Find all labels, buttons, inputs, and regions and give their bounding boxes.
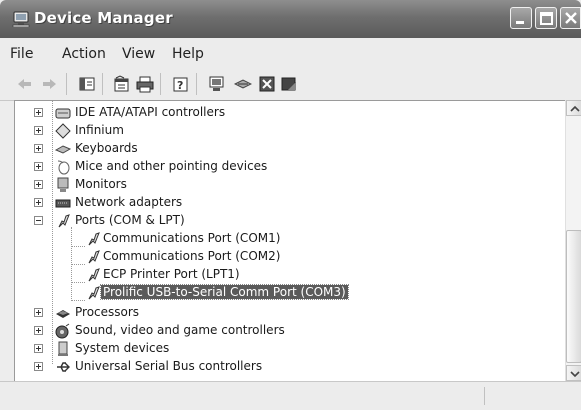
forward-arrow-icon[interactable] [40,75,58,93]
system-device-icon [58,341,68,356]
expand-toggle[interactable] [34,126,43,135]
tree-item-label: Infinium [75,123,124,137]
vertical-scrollbar[interactable] [565,100,581,381]
uninstall-icon[interactable] [258,75,276,93]
scan-hardware-icon[interactable] [208,75,226,93]
tree-item-com1[interactable]: Communications Port (COM1) [15,230,563,248]
tree-item-label: Communications Port (COM1) [103,231,281,245]
tree-item-label: System devices [75,341,170,355]
expand-toggle[interactable] [34,326,43,335]
close-button[interactable] [560,7,581,29]
tree-item-label: IDE ATA/ATAPI controllers [75,105,226,119]
keyboard-icon [55,145,71,154]
port-connector-icon [88,268,100,282]
tree-item-label: Universal Serial Bus controllers [75,359,263,373]
window-title: Device Manager [34,9,173,27]
chevron-up-icon [570,105,580,112]
menu-bar: File Action View Help [0,38,581,68]
tree-item-label: Communications Port (COM2) [103,249,281,263]
tree-item-label: Keyboards [75,141,138,155]
ide-controller-icon [55,108,71,119]
toolbar-separator [66,73,67,95]
tree-item-ports[interactable]: Ports (COM & LPT) [15,212,563,230]
tree-item-network-adapters[interactable]: Network adapters [15,194,563,212]
expand-toggle[interactable] [34,162,43,171]
toolbar-separator [102,73,103,95]
tree-item-label: Processors [75,305,140,319]
scroll-down-button[interactable] [566,365,581,381]
toolbar: ? [0,67,581,101]
toolbar-separator [196,73,197,95]
computer-monitor-icon [12,11,30,27]
tree-item-processors[interactable]: Processors [15,304,563,322]
status-pane [14,387,485,405]
update-driver-icon[interactable] [234,75,252,93]
device-manager-window: Device Manager File Action View Help ? I… [0,0,581,410]
menu-help[interactable]: Help [172,46,204,62]
scroll-up-button[interactable] [566,100,581,116]
disable-icon[interactable] [280,75,298,93]
svg-text:?: ? [177,79,183,92]
maximize-button[interactable] [535,7,557,29]
tree-item-label: ECP Printer Port (LPT1) [103,267,240,281]
tree-item-label: Mice and other pointing devices [75,159,268,173]
port-connector-icon [88,250,100,264]
infinium-device-icon [55,123,71,139]
tree-item-label: Network adapters [75,195,183,209]
minimize-button[interactable] [510,7,532,29]
port-connector-icon [88,286,100,300]
tree-item-sound-video-game[interactable]: Sound, video and game controllers [15,322,563,340]
scrollbar-thumb[interactable] [566,230,581,363]
processor-icon [56,310,70,318]
print-icon[interactable] [136,75,154,93]
sound-icon [55,323,70,339]
menu-file[interactable]: File [10,46,33,62]
tree-item-com2[interactable]: Communications Port (COM2) [15,248,563,266]
tree-item-lpt1[interactable]: ECP Printer Port (LPT1) [15,266,563,284]
menu-view[interactable]: View [122,46,155,62]
usb-icon [57,362,70,372]
expand-toggle[interactable] [34,344,43,353]
tree-item-usb-controllers[interactable]: Universal Serial Bus controllers [15,358,563,376]
properties-icon[interactable] [112,75,130,93]
expand-toggle[interactable] [34,144,43,153]
tree-item-label: Ports (COM & LPT) [75,213,185,227]
tree-item-ide-ata-atapi-controllers[interactable]: IDE ATA/ATAPI controllers [15,104,563,122]
collapse-toggle[interactable] [34,216,43,225]
device-tree[interactable]: IDE ATA/ATAPI controllers Infinium Keybo… [14,100,581,382]
back-arrow-icon[interactable] [16,75,34,93]
expand-toggle[interactable] [34,198,43,207]
help-icon[interactable]: ? [172,75,190,93]
tree-item-keyboards[interactable]: Keyboards [15,140,563,158]
expand-toggle[interactable] [34,108,43,117]
tree-item-com3-selected[interactable]: Prolific USB-to-Serial Comm Port (COM3) [15,284,563,302]
minimize-icon [516,21,524,24]
mouse-icon [57,160,70,175]
chevron-down-icon [570,371,580,378]
tree-item-label: Monitors [75,177,127,191]
tree-item-system-devices[interactable]: System devices [15,340,563,358]
network-adapter-icon [55,199,71,208]
tree-item-monitors[interactable]: Monitors [15,176,563,194]
menu-action[interactable]: Action [62,46,106,62]
maximize-icon [540,12,553,25]
tree-item-mice[interactable]: Mice and other pointing devices [15,158,563,176]
expand-toggle[interactable] [34,362,43,371]
expand-toggle[interactable] [34,308,43,317]
monitor-icon [57,177,69,192]
toolbar-separator [160,73,161,95]
port-connector-icon [88,232,100,246]
tree-item-label: Sound, video and game controllers [75,323,285,337]
title-bar[interactable]: Device Manager [0,0,581,38]
port-connector-icon [58,214,70,228]
close-icon [565,12,577,24]
expand-toggle[interactable] [34,180,43,189]
tree-item-label: Prolific USB-to-Serial Comm Port (COM3) [100,284,349,300]
tree-item-infinium[interactable]: Infinium [15,122,563,140]
show-hide-console-tree-icon[interactable] [78,75,96,93]
status-bar [0,381,581,410]
